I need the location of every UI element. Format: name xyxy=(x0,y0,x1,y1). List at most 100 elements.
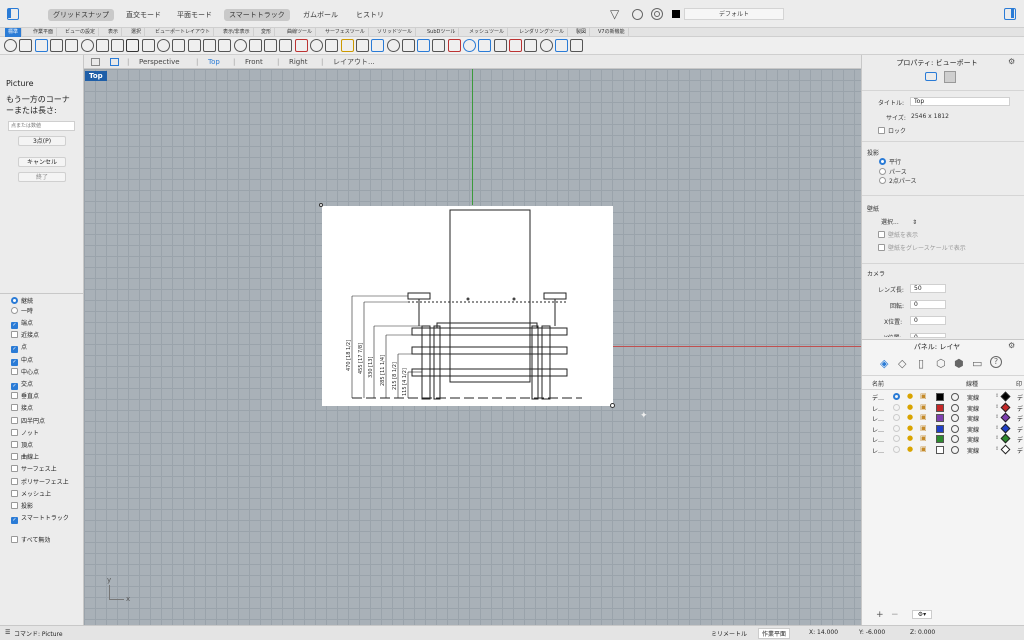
layer-row[interactable]: デ… ● ▣ 実線 ⇕ デ xyxy=(862,391,1024,402)
mode-toggle[interactable]: 直交モード xyxy=(121,9,166,21)
osnap-checkbox[interactable]: ポリサーフェス上 xyxy=(11,477,69,488)
print-color[interactable] xyxy=(1000,423,1011,433)
hide-icon[interactable] xyxy=(432,39,446,52)
print-icon[interactable] xyxy=(49,39,63,52)
current-layer-radio[interactable] xyxy=(893,414,900,421)
layer-color[interactable] xyxy=(936,445,944,454)
osnap-checkbox[interactable]: ✓ 点 xyxy=(11,342,27,354)
remove-layer-icon[interactable]: − xyxy=(891,610,899,620)
command-tab[interactable]: レンダリングツール xyxy=(516,28,569,37)
osnap-checkbox[interactable]: 投影 xyxy=(11,501,33,512)
print-color[interactable] xyxy=(1000,444,1011,454)
blocks-icon[interactable]: ⬡ xyxy=(936,357,946,370)
command-tab[interactable]: 作業平面 xyxy=(30,28,58,37)
zoom-all-icon[interactable] xyxy=(248,39,262,52)
command-tab[interactable]: メッシュツール xyxy=(466,28,509,37)
layer-name[interactable]: レ… xyxy=(872,425,884,434)
osnap-checkbox[interactable]: 曲線上 xyxy=(11,452,39,463)
panel-toggle-icon[interactable] xyxy=(1004,8,1016,20)
save-icon[interactable] xyxy=(34,39,48,52)
layer-color[interactable] xyxy=(936,403,944,412)
layer-color[interactable] xyxy=(936,393,944,401)
osnap-checkbox[interactable]: 垂直点 xyxy=(11,391,39,402)
corner-handle[interactable] xyxy=(610,403,615,408)
command-history-icon[interactable]: ☰ xyxy=(5,629,10,636)
zoom-extents-icon[interactable] xyxy=(218,39,232,52)
undo-icon[interactable] xyxy=(126,39,140,52)
layer-linetype[interactable]: 実線 xyxy=(967,425,979,434)
picture-frame[interactable]: 470 [18 1/2] 455 [17 7/8] 330 [13] 285 [… xyxy=(322,206,613,406)
viewport-tab[interactable]: Front xyxy=(245,56,263,68)
command-tab[interactable]: 変形 xyxy=(258,28,276,37)
viewport-label[interactable]: Top xyxy=(85,71,107,81)
rotate-view-icon[interactable] xyxy=(172,39,186,52)
wallpaper-show-checkbox[interactable]: 壁紙を表示 xyxy=(878,230,918,239)
viewport-top[interactable]: Top 470 [18 1/2] 455 [17 7/8] 330 [13] 2… xyxy=(84,69,861,625)
print-color[interactable] xyxy=(1000,433,1011,444)
zoom-selected-icon[interactable] xyxy=(233,39,247,52)
osnap-checkbox[interactable]: 接点 xyxy=(11,403,33,414)
texture-icon[interactable] xyxy=(524,39,538,52)
materials-icon[interactable]: ◇ xyxy=(898,357,906,370)
eye-icon[interactable] xyxy=(310,39,323,52)
lock-icon[interactable]: ▣ xyxy=(920,445,927,453)
projection-radio[interactable]: パース xyxy=(879,167,907,176)
command-tab[interactable]: 標準 xyxy=(5,28,23,37)
corner-handle[interactable] xyxy=(319,203,323,207)
bulb-icon[interactable]: ● xyxy=(907,413,913,421)
layer-name[interactable]: デ… xyxy=(872,393,884,402)
layer-row[interactable]: レ… ● ▣ 実線 ⇕ デ xyxy=(862,423,1024,434)
bulb-icon[interactable]: ● xyxy=(907,434,913,442)
command-tab[interactable]: 選択 xyxy=(128,28,146,37)
target-icon[interactable] xyxy=(651,8,663,20)
pin-icon[interactable] xyxy=(554,39,568,52)
add-layer-icon[interactable]: + xyxy=(876,610,884,620)
osnap-checkbox[interactable]: 四半円点 xyxy=(11,416,45,427)
teapot-icon[interactable] xyxy=(539,39,553,52)
layer-row[interactable]: レ… ● ▣ 実線 ⇕ デ xyxy=(862,433,1024,444)
layer-color-swatch[interactable] xyxy=(672,10,680,18)
layer-linetype[interactable]: 実線 xyxy=(967,393,979,402)
layer-name[interactable]: レ… xyxy=(872,435,884,444)
cplane-select[interactable]: 作業平面 xyxy=(758,628,791,639)
osnap-checkbox[interactable]: メッシュ上 xyxy=(11,489,51,500)
command-tab[interactable]: SubDツール xyxy=(424,28,460,37)
display-mode-icon[interactable] xyxy=(386,39,400,52)
layer-name[interactable]: レ… xyxy=(872,404,884,413)
material-icon[interactable] xyxy=(951,445,959,454)
three-point-button[interactable]: 3点(P) xyxy=(18,136,66,146)
cut-icon[interactable] xyxy=(80,39,94,52)
material-icon[interactable] xyxy=(951,414,959,422)
layer-row[interactable]: レ… ● ▣ 実線 ⇕ デ xyxy=(862,402,1024,413)
mode-toggle[interactable]: グリッドスナップ xyxy=(48,9,114,21)
command-tab[interactable]: サーフェスツール xyxy=(322,28,369,37)
current-layer-radio[interactable] xyxy=(893,445,900,453)
import-icon[interactable] xyxy=(65,39,79,52)
current-layer-field[interactable]: デフォルト xyxy=(684,8,784,20)
lock-icon[interactable]: ▣ xyxy=(920,392,927,400)
snap-mode-radio[interactable]: 一時 xyxy=(11,306,33,317)
wallpaper-gray-checkbox[interactable]: 壁紙をグレースケールで表示 xyxy=(878,243,966,252)
record-icon[interactable] xyxy=(632,9,643,20)
panel-menu-icon[interactable]: ⚙ xyxy=(1008,57,1015,66)
osnap-checkbox[interactable]: ✓ 中点 xyxy=(11,355,33,366)
osnap-checkbox[interactable]: ノット xyxy=(11,428,39,439)
lens-field[interactable]: 50 xyxy=(910,284,946,293)
print-color[interactable] xyxy=(1000,412,1011,423)
lock-icon[interactable]: ▣ xyxy=(920,413,927,421)
material-icon[interactable] xyxy=(478,39,492,52)
zoom-window-icon[interactable] xyxy=(202,39,216,52)
layer-row[interactable]: レ… ● ▣ 実線 ⇕ デ xyxy=(862,412,1024,423)
print-color[interactable] xyxy=(1000,402,1011,412)
print-color[interactable] xyxy=(1000,391,1011,402)
projection-radio[interactable]: 2点パース xyxy=(879,176,917,185)
sidebar-toggle-icon[interactable] xyxy=(7,8,19,20)
material-icon[interactable] xyxy=(951,424,959,433)
move-view-icon[interactable] xyxy=(157,39,170,52)
command-tab[interactable]: ビューの設定 xyxy=(62,28,100,37)
mode-toggle[interactable]: ガムボール xyxy=(298,9,343,21)
osnap-checkbox[interactable]: ✓ 交点 xyxy=(11,379,33,390)
open-file-icon[interactable] xyxy=(19,39,33,52)
layer-color[interactable] xyxy=(936,435,944,443)
bulb-icon[interactable]: ● xyxy=(907,392,913,400)
